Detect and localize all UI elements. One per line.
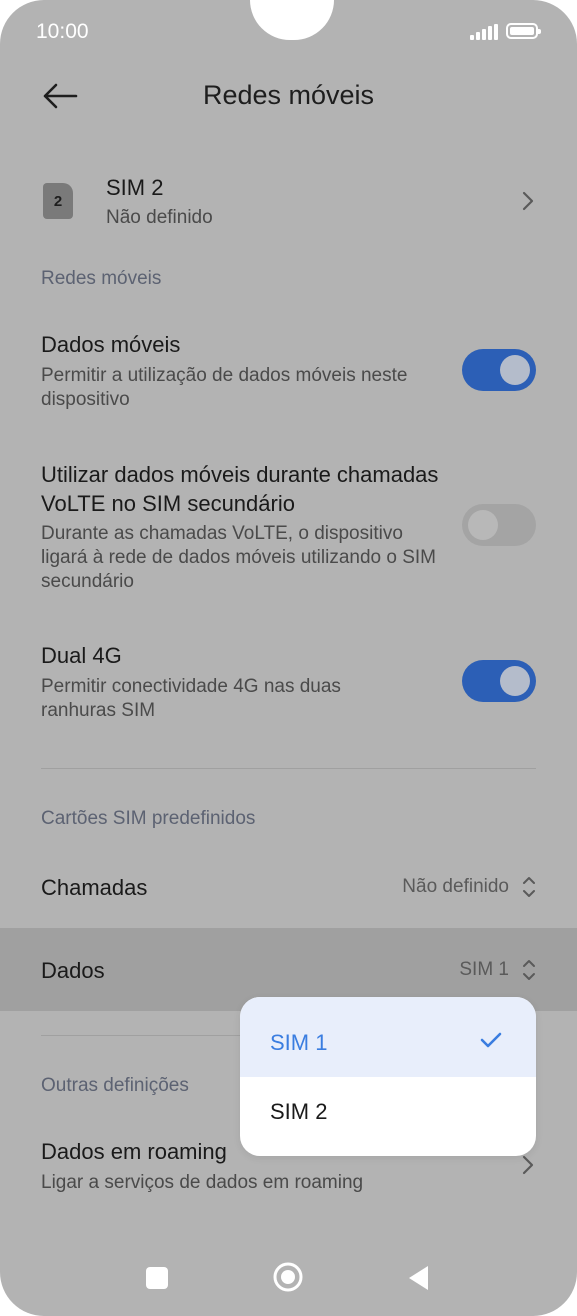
- dual4g-title: Dual 4G: [41, 643, 122, 668]
- mobile-data-title: Dados móveis: [41, 332, 181, 357]
- option-label: SIM 1: [270, 1030, 328, 1055]
- signal-icon: [470, 24, 498, 40]
- recent-apps-icon[interactable]: [146, 1267, 168, 1289]
- phone-screen: 10:00 Redes móveis 2 SIM 2 Não definido …: [0, 0, 577, 1316]
- chevron-up-down-icon: [523, 877, 535, 897]
- page-title: Redes móveis: [202, 80, 375, 110]
- volte-data-subtitle: Durante as chamadas VoLTE, o dispositivo…: [41, 523, 437, 592]
- sim-select-dropdown: SIM 1 SIM 2: [240, 997, 536, 1156]
- status-time: 10:00: [36, 20, 89, 43]
- dual4g-subtitle: Permitir conectividade 4G nas duas ranhu…: [41, 676, 341, 721]
- sim2-subtitle: Não definido: [106, 207, 213, 228]
- mobile-data-toggle[interactable]: [462, 349, 536, 391]
- mobile-data-subtitle: Permitir a utilização de dados móveis ne…: [41, 365, 408, 410]
- option-label: SIM 2: [270, 1099, 328, 1124]
- calls-value: Não definido: [402, 876, 509, 897]
- section-mobile-networks: Redes móveis: [41, 268, 162, 289]
- divider: [41, 768, 536, 769]
- volte-data-title: Utilizar dados móveis durante chamadas V…: [41, 462, 439, 516]
- chevron-right-icon: [522, 1155, 534, 1175]
- data-label: Dados: [41, 958, 105, 983]
- dropdown-option-sim2[interactable]: SIM 2: [240, 1077, 536, 1156]
- calls-label: Chamadas: [41, 875, 148, 900]
- section-other-settings: Outras definições: [41, 1075, 189, 1096]
- roaming-title: Dados em roaming: [41, 1139, 227, 1164]
- chevron-right-icon: [522, 191, 534, 211]
- roaming-subtitle: Ligar a serviços de dados em roaming: [41, 1172, 364, 1193]
- section-default-sim: Cartões SIM predefinidos: [41, 808, 256, 829]
- battery-icon: [506, 23, 541, 39]
- sim2-title: SIM 2: [106, 175, 164, 200]
- checkmark-icon: [480, 1032, 502, 1048]
- back-triangle-icon[interactable]: [406, 1264, 430, 1292]
- data-value: SIM 1: [459, 959, 509, 980]
- dual4g-toggle[interactable]: [462, 660, 536, 702]
- home-icon[interactable]: [272, 1261, 304, 1293]
- status-bar: 10:00: [0, 0, 577, 62]
- volte-data-toggle[interactable]: [462, 504, 536, 546]
- dropdown-option-sim1[interactable]: SIM 1: [240, 997, 536, 1077]
- sim-card-icon: 2: [43, 183, 73, 219]
- sim-card-number: 2: [53, 192, 63, 210]
- chevron-up-down-icon: [523, 960, 535, 980]
